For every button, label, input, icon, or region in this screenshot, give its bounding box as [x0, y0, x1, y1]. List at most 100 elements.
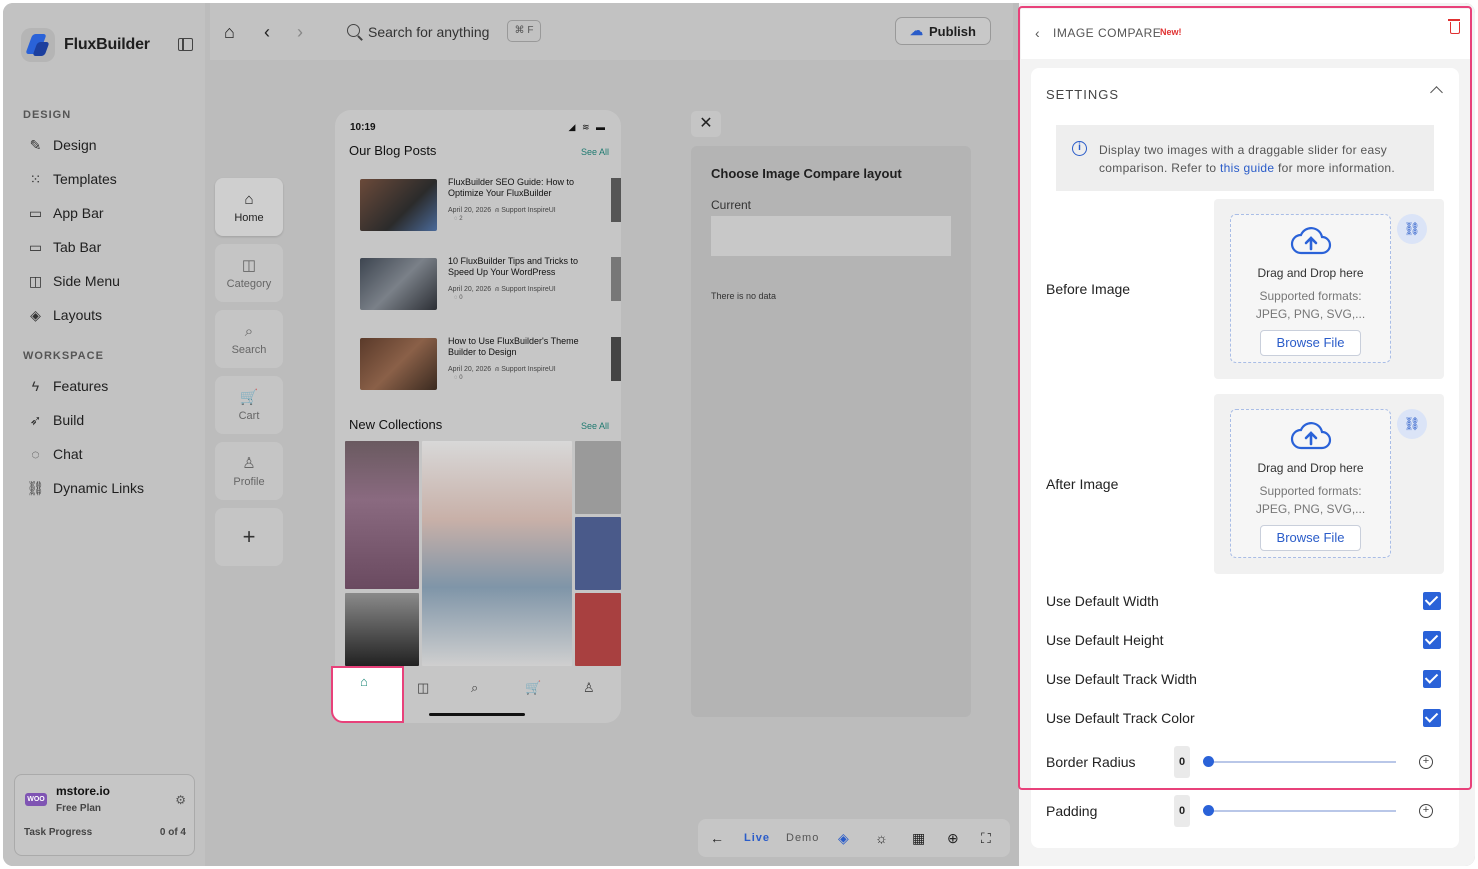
- rail-search-button[interactable]: ⌕ Search: [215, 310, 283, 368]
- search-icon: [347, 24, 360, 37]
- search-shortcut: ⌘ F: [507, 20, 541, 42]
- profile-icon[interactable]: ♙: [583, 680, 595, 696]
- sidebar-item-tab-bar[interactable]: ▭ Tab Bar: [27, 236, 101, 258]
- zoom-in-icon[interactable]: ⊕: [947, 830, 959, 847]
- phone-home-tab-highlight[interactable]: ⌂: [331, 666, 404, 723]
- settings-card: SETTINGS i Display two images with a dra…: [1031, 68, 1459, 848]
- phone-preview: 10:19 ◢ ≋ ▬ Our Blog Posts See All FluxB…: [335, 110, 621, 723]
- rail-home-button[interactable]: ⌂ Home: [215, 178, 283, 236]
- sidebar-item-templates[interactable]: ⁙ Templates: [27, 168, 117, 190]
- publish-button[interactable]: ☁ Publish: [895, 17, 991, 45]
- arrow-left-icon[interactable]: ←: [710, 830, 724, 846]
- padding-slider[interactable]: [1208, 810, 1396, 812]
- post-title: 10 FluxBuilder Tips and Tricks to Speed …: [448, 256, 579, 277]
- panel-title: IMAGE COMPARE: [1053, 26, 1162, 40]
- search-input[interactable]: Search for anything: [368, 24, 489, 40]
- rail-category-button[interactable]: ◫ Category: [215, 244, 283, 302]
- collection-image[interactable]: [575, 593, 621, 666]
- chevron-up-icon[interactable]: [1430, 86, 1443, 99]
- sidebar-item-build[interactable]: ➶ Build: [27, 409, 85, 431]
- cart-icon[interactable]: 🛒: [525, 680, 541, 696]
- blog-post-item[interactable]: How to Use FluxBuilder's Theme Builder t…: [360, 336, 600, 392]
- browse-file-button[interactable]: Browse File: [1260, 525, 1361, 551]
- blog-post-item[interactable]: 10 FluxBuilder Tips and Tricks to Speed …: [360, 256, 600, 312]
- link-icon[interactable]: ⛓: [1397, 409, 1427, 439]
- fullscreen-icon[interactable]: ⛶: [981, 830, 991, 847]
- collection-image[interactable]: [345, 441, 419, 589]
- chevron-left-icon[interactable]: ‹: [1035, 25, 1040, 41]
- use-default-height-checkbox[interactable]: [1423, 631, 1441, 649]
- layout-chooser-panel: Choose Image Compare layout Current Ther…: [691, 146, 971, 717]
- phone-status-icons: ◢ ≋ ▬: [568, 122, 607, 132]
- canvas: ⌂ Home ◫ Category ⌕ Search 🛒 Cart ♙ Profile +…: [210, 63, 1013, 866]
- store-plan: Free Plan: [56, 803, 102, 814]
- use-default-height-label: Use Default Height: [1046, 632, 1164, 648]
- sidebar-item-app-bar[interactable]: ▭ App Bar: [27, 202, 104, 224]
- browse-file-button[interactable]: Browse File: [1260, 330, 1361, 356]
- border-radius-slider-handle[interactable]: [1203, 756, 1214, 767]
- use-default-track-width-checkbox[interactable]: [1423, 670, 1441, 688]
- current-layout-box[interactable]: [711, 216, 951, 256]
- sidebar-item-side-menu[interactable]: ◫ Side Menu: [27, 270, 120, 292]
- layers-icon[interactable]: ◈: [838, 830, 849, 847]
- plus-circle-icon[interactable]: +: [1419, 755, 1433, 769]
- rail-add-button[interactable]: +: [215, 508, 283, 566]
- after-image-dropzone[interactable]: Drag and Drop here Supported formats: JP…: [1230, 409, 1391, 558]
- close-layout-button[interactable]: ✕: [691, 111, 721, 137]
- task-progress-value: 0 of 4: [159, 827, 186, 838]
- post-thumbnail: [360, 338, 437, 390]
- border-radius-label: Border Radius: [1046, 754, 1136, 770]
- logo[interactable]: FluxBuilder: [21, 27, 193, 63]
- store-card[interactable]: WOO mstore.io Free Plan ⚙ Task Progress …: [14, 774, 195, 856]
- design-section-label: DESIGN: [23, 109, 72, 121]
- collections-see-all-link[interactable]: See All: [581, 421, 609, 431]
- woocommerce-logo: WOO: [25, 793, 47, 806]
- padding-slider-handle[interactable]: [1203, 805, 1214, 816]
- sidebar-item-dynamic-links[interactable]: ⛓ Dynamic Links: [27, 477, 144, 499]
- rocket-icon: ➶: [29, 411, 42, 428]
- rail-profile-button[interactable]: ♙ Profile: [215, 442, 283, 500]
- collection-image[interactable]: [345, 593, 419, 666]
- forward-arrow-icon[interactable]: ›: [297, 22, 303, 43]
- rail-cart-button[interactable]: 🛒 Cart: [215, 376, 283, 434]
- drag-drop-text: Drag and Drop here: [1257, 266, 1364, 280]
- collection-image[interactable]: [422, 441, 572, 666]
- border-radius-value[interactable]: 0: [1174, 746, 1190, 778]
- sidebar-item-layouts[interactable]: ◈ Layouts: [27, 304, 102, 326]
- collection-image[interactable]: [575, 441, 621, 514]
- new-badge: New!: [1160, 27, 1182, 37]
- category-icon[interactable]: ◫: [417, 680, 429, 696]
- use-default-width-checkbox[interactable]: [1423, 592, 1441, 610]
- post-title: FluxBuilder SEO Guide: How to Optimize Y…: [448, 177, 575, 198]
- use-default-track-color-label: Use Default Track Color: [1046, 710, 1195, 726]
- blog-see-all-link[interactable]: See All: [581, 147, 609, 157]
- collapse-sidebar-icon[interactable]: [178, 38, 193, 51]
- link-icon[interactable]: ⛓: [1397, 214, 1427, 244]
- guide-link[interactable]: this guide: [1220, 161, 1274, 175]
- collection-image[interactable]: [575, 517, 621, 590]
- post-meta: April 20, 2026 ⍝ Support InspireUI: [448, 286, 556, 293]
- info-box: i Display two images with a draggable sl…: [1056, 125, 1434, 191]
- home-icon[interactable]: ⌂: [224, 22, 235, 43]
- border-radius-slider[interactable]: [1208, 761, 1396, 763]
- sidebar-item-design[interactable]: ✎ Design: [27, 134, 97, 156]
- table-icon[interactable]: ▦: [912, 830, 925, 847]
- demo-toggle[interactable]: Demo: [786, 832, 819, 844]
- sidebar-item-features[interactable]: ϟ Features: [27, 375, 108, 397]
- after-image-upload: Drag and Drop here Supported formats: JP…: [1214, 394, 1444, 574]
- gear-icon[interactable]: ⚙: [175, 793, 186, 807]
- trash-icon[interactable]: [1448, 19, 1460, 34]
- live-toggle[interactable]: Live: [744, 832, 770, 844]
- cloud-upload-icon: [1290, 227, 1332, 255]
- padding-value[interactable]: 0: [1174, 795, 1190, 827]
- sun-icon[interactable]: ☼: [875, 830, 888, 846]
- blog-post-item[interactable]: FluxBuilder SEO Guide: How to Optimize Y…: [360, 177, 600, 233]
- back-arrow-icon[interactable]: ‹: [264, 22, 270, 43]
- search-icon[interactable]: ⌕: [471, 680, 478, 696]
- before-image-dropzone[interactable]: Drag and Drop here Supported formats: JP…: [1230, 214, 1391, 363]
- padding-label: Padding: [1046, 803, 1098, 819]
- use-default-track-color-checkbox[interactable]: [1423, 709, 1441, 727]
- formats-text: Supported formats: JPEG, PNG, SVG,...: [1255, 484, 1366, 516]
- plus-circle-icon[interactable]: +: [1419, 804, 1433, 818]
- sidebar-item-chat[interactable]: ◌ Chat: [27, 443, 82, 465]
